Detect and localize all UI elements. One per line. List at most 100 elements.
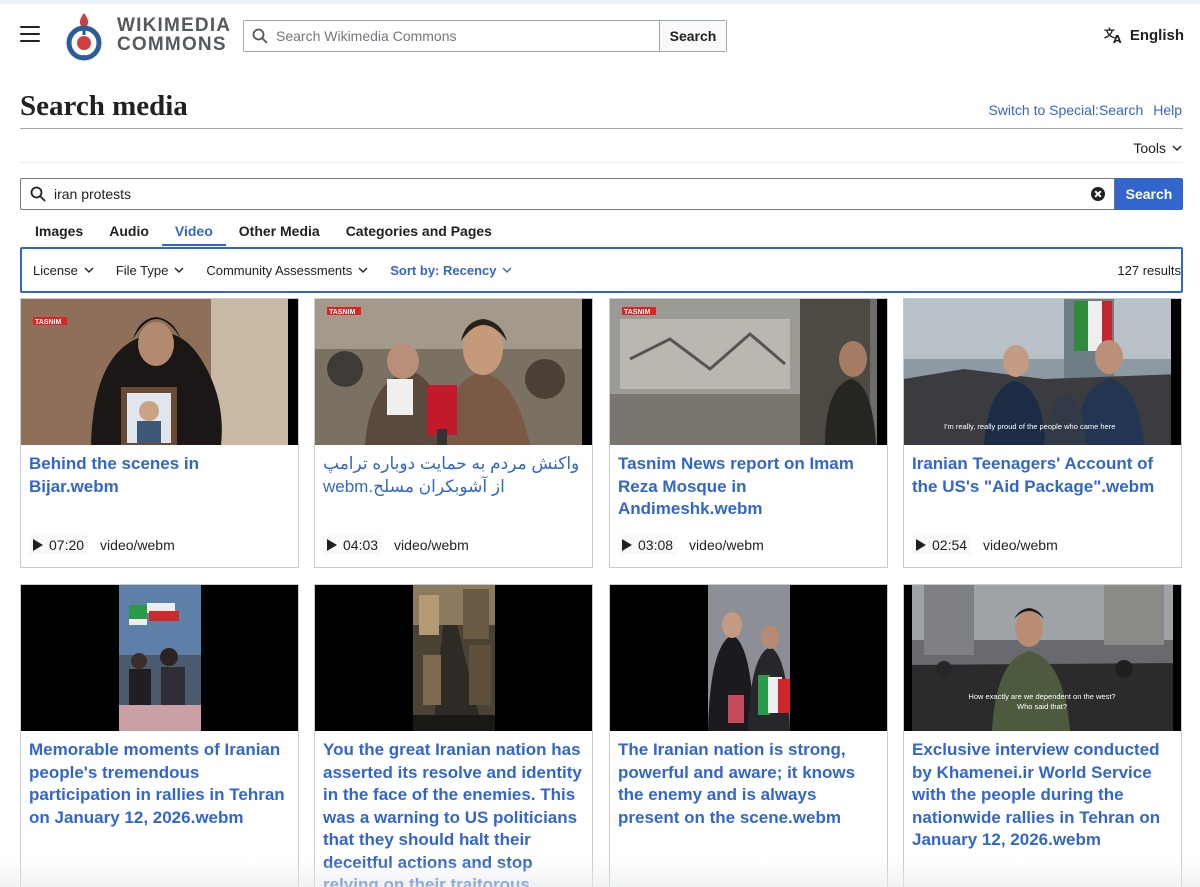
mime-type: video/webm [983, 537, 1058, 553]
video-thumbnail[interactable]: How exactly are we dependent on the west… [904, 585, 1181, 731]
result-title[interactable]: Behind the scenes in Bijar.webm [21, 445, 298, 498]
duration-text: 03:08 [638, 537, 674, 553]
play-icon [622, 539, 632, 551]
result-title[interactable]: You the great Iranian nation has asserte… [315, 731, 592, 887]
site-search-input[interactable]: Search Wikimedia Commons [244, 21, 659, 51]
video-frame: I'm really, really proud of the people w… [904, 299, 1181, 445]
chevron-down-icon [358, 267, 368, 273]
media-search-button[interactable]: Search [1115, 178, 1183, 210]
license-filter[interactable]: License [33, 263, 94, 278]
video-thumbnail[interactable] [610, 585, 887, 731]
tab-other-media[interactable]: Other Media [226, 222, 333, 246]
result-card[interactable]: Memorable moments of Iranian people's tr… [20, 584, 299, 887]
duration-badge: 04:03 [323, 535, 383, 555]
result-card[interactable]: I'm really, really proud of the people w… [903, 298, 1182, 568]
mime-type: video/webm [689, 537, 764, 553]
video-frame: TASNIM [21, 299, 298, 445]
play-icon [33, 539, 43, 551]
duration-text: 04:03 [343, 537, 379, 553]
channel-tag: TASNIM [624, 309, 650, 316]
search-icon [30, 186, 46, 202]
result-title[interactable]: Iranian Teenagers' Account of the US's "… [904, 445, 1181, 498]
result-title[interactable]: Memorable moments of Iranian people's tr… [21, 731, 298, 829]
result-meta: 07:20 video/webm [29, 535, 175, 555]
sort-filter[interactable]: Sort by: Recency [390, 263, 512, 278]
switch-special-search-link[interactable]: Switch to Special:Search [988, 102, 1143, 118]
file-type-filter-label: File Type [115, 262, 169, 278]
result-title[interactable]: The Iranian nation is strong, powerful a… [610, 731, 887, 829]
video-thumbnail[interactable]: TASNIM [610, 299, 887, 445]
duration-text: 07:20 [49, 537, 85, 553]
video-thumbnail[interactable] [315, 585, 592, 731]
translate-icon: 文 A [1104, 26, 1122, 44]
tools-label: Tools [1133, 140, 1166, 156]
chevron-down-icon [502, 267, 512, 273]
channel-tag: TASNIM [35, 319, 61, 326]
duration-badge: 03:08 [618, 535, 678, 555]
title-links: Switch to Special:Search Help [982, 102, 1182, 118]
site-search-button[interactable]: Search [659, 21, 726, 51]
video-frame [119, 585, 201, 731]
tools-menu[interactable]: Tools [1133, 140, 1182, 156]
mime-type: video/webm [394, 537, 469, 553]
wordmark[interactable]: WIKIMEDIA COMMONS [117, 16, 231, 54]
result-meta: 02:54 video/webm [912, 535, 1058, 555]
tab-images[interactable]: Images [22, 222, 96, 246]
mime-type: video/webm [100, 537, 175, 553]
thumbnail-caption: I'm really, really proud of the people w… [944, 422, 1115, 431]
result-meta: 03:08 video/webm [618, 535, 764, 555]
duration-text: 02:54 [932, 537, 968, 553]
community-assessments-filter-label: Community Assessments [206, 262, 353, 278]
thumbnail-caption-line-1: How exactly are we dependent on the west… [968, 692, 1115, 701]
wordmark-line-2: COMMONS [117, 34, 227, 55]
result-card[interactable]: TASNIM Tasnim News report on Imam Reza M… [609, 298, 888, 568]
video-thumbnail[interactable]: I'm really, really proud of the people w… [904, 299, 1181, 445]
tools-divider [20, 162, 1183, 163]
result-card[interactable]: TASNIM واکنش مردم به حمایت دوباره ترامپ … [314, 298, 593, 568]
chevron-down-icon [174, 267, 184, 273]
result-card[interactable]: You the great Iranian nation has asserte… [314, 584, 593, 887]
result-title[interactable]: Tasnim News report on Imam Reza Mosque i… [610, 445, 887, 521]
result-title[interactable]: Exclusive interview conducted by Khamene… [904, 731, 1181, 852]
site-search-placeholder: Search Wikimedia Commons [276, 28, 457, 44]
media-type-tabs: Images Audio Video Other Media Categorie… [22, 222, 505, 248]
play-icon [916, 539, 926, 551]
thumbnail-caption-line-2: Who said that? [1017, 702, 1067, 711]
sort-filter-label: Sort by: Recency [390, 262, 497, 278]
page-title: Search media [20, 90, 188, 122]
results-count: 127 results [1117, 263, 1181, 278]
tab-video[interactable]: Video [161, 222, 226, 246]
search-icon [252, 28, 268, 44]
chevron-down-icon [84, 267, 94, 273]
clear-icon[interactable] [1091, 187, 1105, 201]
language-selector[interactable]: 文 A English [1104, 26, 1184, 44]
help-link[interactable]: Help [1153, 102, 1182, 118]
video-frame: TASNIM [315, 299, 592, 445]
result-card[interactable]: The Iranian nation is strong, powerful a… [609, 584, 888, 887]
chevron-down-icon [1172, 145, 1182, 151]
tab-audio[interactable]: Audio [96, 222, 162, 246]
title-divider [20, 128, 1183, 129]
duration-badge: 07:20 [29, 535, 89, 555]
video-thumbnail[interactable]: TASNIM [315, 299, 592, 445]
video-frame: TASNIM [610, 299, 887, 445]
language-label: English [1129, 26, 1184, 44]
video-frame [708, 585, 790, 731]
site-search: Search Wikimedia Commons Search [243, 20, 727, 52]
filter-bar: License File Type Community Assessments … [20, 247, 1183, 293]
svg-text:A: A [1113, 33, 1122, 44]
wikimedia-commons-logo[interactable] [62, 11, 106, 61]
channel-tag: TASNIM [329, 309, 355, 316]
result-title[interactable]: واکنش مردم به حمایت دوباره ترامپ از آشوب… [315, 445, 592, 498]
result-card[interactable]: How exactly are we dependent on the west… [903, 584, 1182, 887]
video-thumbnail[interactable]: TASNIM [21, 299, 298, 445]
video-frame: How exactly are we dependent on the west… [904, 585, 1181, 731]
file-type-filter[interactable]: File Type [116, 263, 185, 278]
main-menu-icon[interactable] [20, 26, 40, 42]
video-thumbnail[interactable] [21, 585, 298, 731]
license-filter-label: License [33, 262, 78, 278]
tab-categories-and-pages[interactable]: Categories and Pages [333, 222, 505, 246]
community-assessments-filter[interactable]: Community Assessments [206, 263, 368, 278]
result-card[interactable]: TASNIM Behind the scenes in Bijar.webm 0… [20, 298, 299, 568]
media-search-input[interactable]: iran protests [20, 178, 1115, 210]
